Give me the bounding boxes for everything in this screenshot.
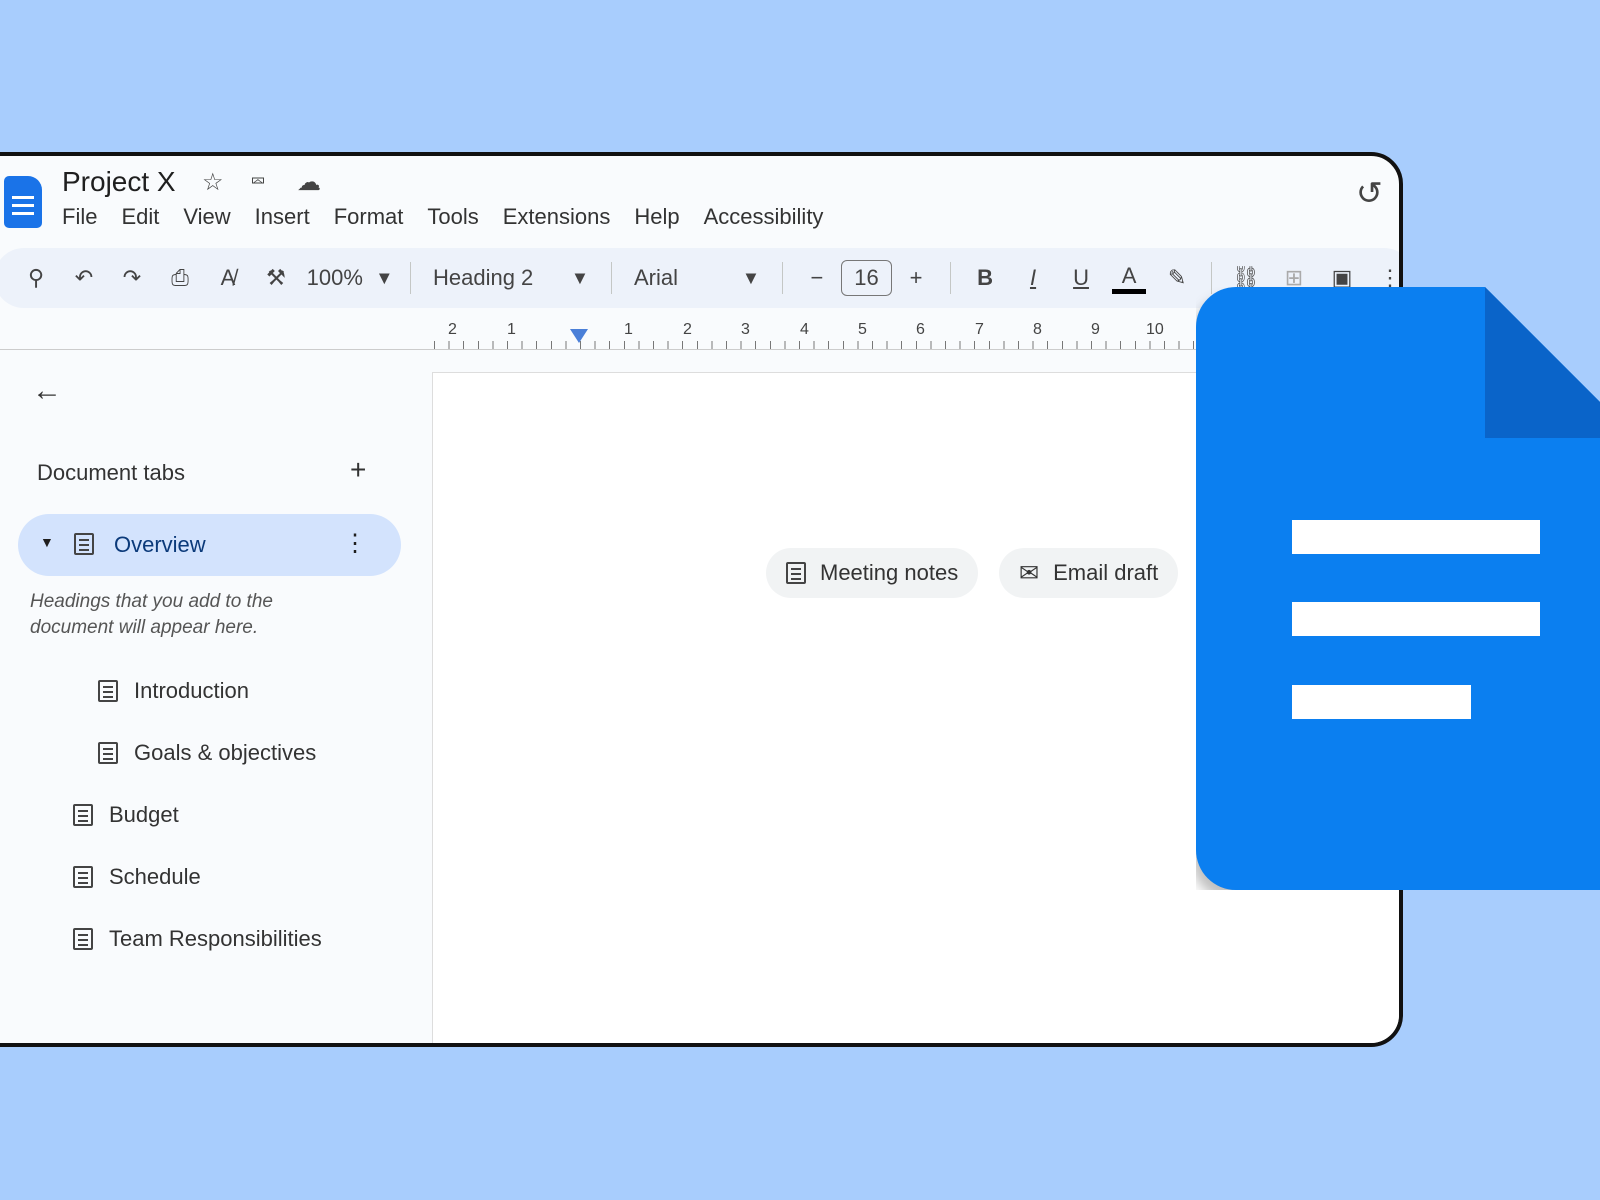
collapse-caret-icon[interactable]: ▼ xyxy=(40,534,54,550)
increase-font-size-button[interactable]: + xyxy=(892,258,940,298)
ruler-label: 1 xyxy=(507,321,516,338)
tab-budget[interactable]: Budget xyxy=(73,802,179,828)
zoom-select[interactable]: 100% ▼ xyxy=(300,258,400,298)
ruler-label: 6 xyxy=(916,321,925,338)
font-size-input[interactable]: 16 xyxy=(840,260,893,296)
move-folder-icon[interactable]: ⮹ xyxy=(250,171,266,194)
menu-insert[interactable]: Insert xyxy=(255,204,310,230)
divider xyxy=(950,262,952,294)
logo-line xyxy=(1292,520,1540,554)
highlight-icon[interactable]: ✎ xyxy=(1153,258,1201,298)
back-arrow-icon[interactable]: ← xyxy=(32,374,62,408)
email-icon: ✉ xyxy=(1019,559,1040,587)
tab-team-responsibilities[interactable]: Team Responsibilities xyxy=(73,926,322,952)
font-select[interactable]: Arial ▼ xyxy=(622,258,772,298)
ruler-label: 9 xyxy=(1091,321,1100,338)
chevron-down-icon: ▼ xyxy=(570,267,589,288)
document-icon xyxy=(74,533,94,555)
chip-label: Email draft xyxy=(1053,560,1159,585)
tab-label: Schedule xyxy=(109,864,201,889)
ruler-label: 2 xyxy=(683,321,692,338)
tab-label: Introduction xyxy=(134,678,249,703)
divider xyxy=(781,262,783,294)
document-icon xyxy=(73,804,93,826)
toolbar: ⚲ ↶ ↷ ⎙ A̸ ⚒ 100% ▼ Heading 2 ▼ Arial ▼ − … xyxy=(0,248,1399,308)
spellcheck-icon[interactable]: A̸ xyxy=(204,258,252,298)
paint-format-icon[interactable]: ⚒ xyxy=(252,258,300,298)
document-icon xyxy=(786,562,806,584)
tab-label: Budget xyxy=(109,802,179,827)
headings-hint: Headings that you add to the document wi… xyxy=(30,591,273,638)
tab-goals[interactable]: Goals & objectives xyxy=(98,740,316,766)
ruler-divider xyxy=(0,349,1399,350)
document-tabs-heading: Document tabs xyxy=(37,460,185,485)
logo-line xyxy=(1292,602,1540,636)
redo-icon[interactable]: ↷ xyxy=(108,258,156,298)
chevron-down-icon: ▼ xyxy=(741,267,760,288)
menu-bar: File Edit View Insert Format Tools Exten… xyxy=(62,204,823,230)
ruler-label: 3 xyxy=(741,321,750,338)
more-options-icon[interactable]: ⋮ xyxy=(343,529,367,558)
logo-line xyxy=(1292,685,1471,719)
ruler-label: 2 xyxy=(448,321,457,338)
document-icon xyxy=(73,928,93,950)
undo-icon[interactable]: ↶ xyxy=(60,258,108,298)
text-color-button[interactable]: A xyxy=(1112,262,1147,294)
indent-marker-icon[interactable] xyxy=(570,329,588,343)
bold-button[interactable]: B xyxy=(961,258,1009,298)
menu-extensions[interactable]: Extensions xyxy=(503,204,611,230)
star-icon[interactable]: ☆ xyxy=(202,168,224,197)
chevron-down-icon: ▼ xyxy=(375,267,394,288)
style-value: Heading 2 xyxy=(432,265,534,290)
cloud-saved-icon[interactable]: ☁ xyxy=(297,168,321,197)
menu-file[interactable]: File xyxy=(62,204,97,230)
version-history-icon[interactable]: ↺ xyxy=(1356,174,1383,212)
email-draft-chip[interactable]: ✉ Email draft xyxy=(999,548,1179,598)
document-icon xyxy=(98,680,118,702)
ruler-label: 10 xyxy=(1146,321,1164,338)
print-icon[interactable]: ⎙ xyxy=(156,258,204,298)
document-title[interactable]: Project X xyxy=(62,166,176,198)
ruler-label: 4 xyxy=(800,321,809,338)
menu-help[interactable]: Help xyxy=(634,204,679,230)
docs-window: Project X ☆ ⮹ ☁ ↺ File Edit View Insert … xyxy=(0,152,1403,1047)
ruler-label: 1 xyxy=(624,321,633,338)
tab-introduction[interactable]: Introduction xyxy=(98,678,249,704)
tab-label: Overview xyxy=(114,532,206,557)
ruler-label: 8 xyxy=(1033,321,1042,338)
search-icon[interactable]: ⚲ xyxy=(12,258,60,298)
menu-format[interactable]: Format xyxy=(334,204,404,230)
zoom-value: 100% xyxy=(306,265,363,290)
ruler-label: 5 xyxy=(858,321,867,338)
docs-logo-icon[interactable] xyxy=(4,176,42,228)
logo-fold-icon xyxy=(1485,287,1600,438)
divider xyxy=(610,262,612,294)
document-icon xyxy=(98,742,118,764)
divider xyxy=(410,262,411,294)
font-value: Arial xyxy=(633,265,678,290)
tab-overview[interactable]: ▼ Overview ⋮ xyxy=(18,514,401,576)
meeting-notes-chip[interactable]: Meeting notes xyxy=(766,548,979,598)
menu-edit[interactable]: Edit xyxy=(121,204,159,230)
style-select[interactable]: Heading 2 ▼ xyxy=(421,258,601,298)
menu-view[interactable]: View xyxy=(183,204,230,230)
ruler[interactable]: 2 1 1 2 3 4 5 6 7 8 9 10 xyxy=(434,321,1194,349)
document-icon xyxy=(73,866,93,888)
divider xyxy=(1211,262,1213,294)
underline-button[interactable]: U xyxy=(1057,258,1105,298)
menu-tools[interactable]: Tools xyxy=(427,204,478,230)
italic-button[interactable]: I xyxy=(1009,258,1057,298)
chip-label: Meeting notes xyxy=(820,560,959,585)
tab-label: Goals & objectives xyxy=(134,740,317,765)
tab-label: Team Responsibilities xyxy=(109,926,322,951)
tab-schedule[interactable]: Schedule xyxy=(73,864,201,890)
menu-accessibility[interactable]: Accessibility xyxy=(704,204,824,230)
ruler-label: 7 xyxy=(975,321,984,338)
add-tab-icon[interactable]: + xyxy=(350,454,366,486)
decrease-font-size-button[interactable]: − xyxy=(793,258,841,298)
